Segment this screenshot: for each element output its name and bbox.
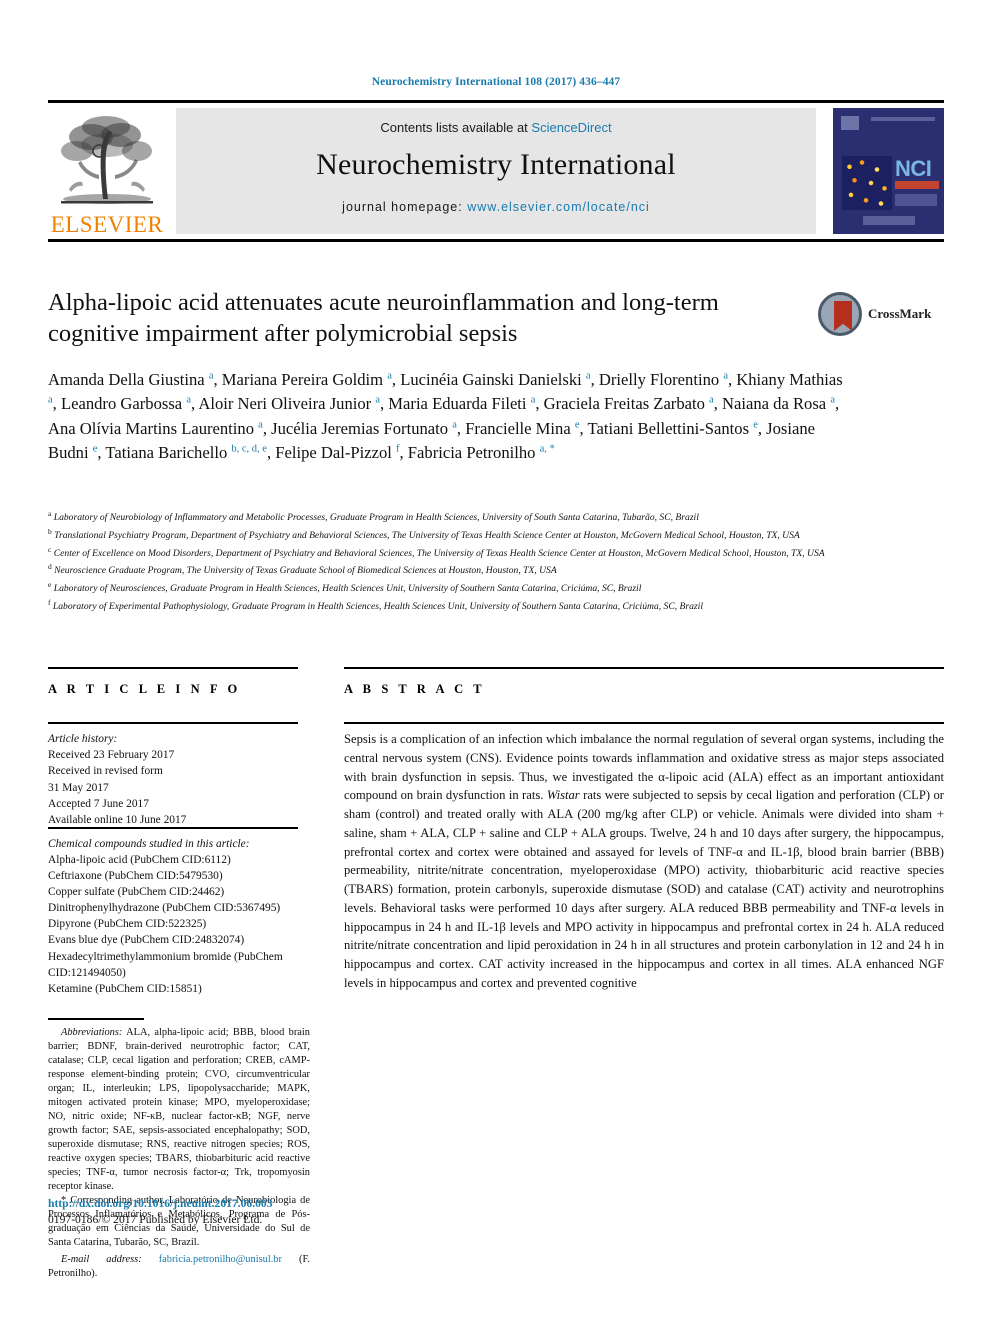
article-history-line: 31 May 2017 [48, 781, 109, 794]
sciencedirect-panel: Contents lists available at ScienceDirec… [176, 108, 816, 234]
article-info-heading: A R T I C L E I N F O [48, 682, 241, 696]
affiliation-list: a Laboratory of Neurobiology of Inflamma… [48, 508, 944, 615]
page-title: Alpha-lipoic acid attenuates acute neuro… [48, 289, 719, 347]
email-label: E-mail address: [61, 1253, 142, 1265]
chemical-compound-line: Hexadecyltrimethylammonium bromide (PubC… [48, 950, 283, 979]
affiliation-item: b Translational Psychiatry Program, Depa… [48, 526, 944, 544]
crossmark-ribbon-icon [834, 301, 852, 331]
article-history-line: Accepted 7 June 2017 [48, 797, 149, 810]
crossmark-badge[interactable]: CrossMark [818, 292, 940, 340]
article-info-rule-top [48, 667, 298, 669]
copyright-line: 0197-0186/© 2017 Published by Elsevier L… [48, 1213, 263, 1227]
abstract-rule-top [344, 667, 944, 669]
journal-cover-image: NCI [833, 108, 944, 234]
journal-homepage-link[interactable]: www.elsevier.com/locate/nci [467, 200, 650, 214]
abbreviations-note: Abbreviations: ALA, alpha-lipoic acid; B… [48, 1026, 310, 1194]
chemical-compounds-label: Chemical compounds studied in this artic… [48, 838, 250, 850]
email-note: E-mail address: fabricia.petronilho@unis… [48, 1253, 310, 1281]
abstract-text: Sepsis is a complication of an infection… [344, 732, 944, 990]
journal-homepage-line: journal homepage: www.elsevier.com/locat… [342, 200, 650, 214]
contents-prefix: Contents lists available at [380, 120, 532, 135]
cover-nci-wordmark: NCI [895, 156, 932, 181]
cover-subtitle-bar [895, 181, 939, 189]
article-history-line: Received in revised form [48, 765, 163, 778]
doi-block: http://dx.doi.org/10.1016/j.neuint.2017.… [48, 1196, 468, 1229]
article-history-line: Received 23 February 2017 [48, 749, 175, 762]
chemical-compounds-lines: Alpha-lipoic acid (PubChem CID:6112) Ceft… [48, 852, 310, 997]
article-first-page: Neurochemistry International 108 (2017) … [0, 0, 992, 1323]
chemical-compounds: Chemical compounds studied in this artic… [48, 836, 310, 997]
contents-list-line: Contents lists available at ScienceDirec… [380, 120, 611, 135]
affiliation-text: Laboratory of Neurobiology of Inflammato… [51, 512, 699, 524]
chemical-compound-line: Ketamine (PubChem CID:15851) [48, 982, 202, 995]
affiliation-text: Neuroscience Graduate Program, The Unive… [51, 565, 557, 577]
article-history-line: Available online 10 June 2017 [48, 813, 187, 826]
masthead: ELSEVIER Contents lists available at Sci… [48, 102, 944, 236]
elsevier-tree-icon [61, 116, 153, 204]
footnote-block: Abbreviations: ALA, alpha-lipoic acid; B… [48, 1026, 310, 1281]
affiliation-text: Center of Excellence on Mood Disorders, … [51, 547, 825, 559]
abstract-species-name: Wistar [546, 788, 580, 803]
chemical-compound-line: Copper sulfate (PubChem CID:24462) [48, 886, 225, 899]
cover-artwork [842, 156, 892, 210]
masthead-rule-bottom [48, 239, 944, 242]
homepage-prefix: journal homepage: [342, 200, 468, 214]
article-history-lines: Received 23 February 2017 Received in rev… [48, 747, 304, 828]
crossmark-label: CrossMark [868, 306, 932, 321]
journal-title: Neurochemistry International [316, 148, 676, 181]
cover-header-text [871, 117, 935, 121]
chemical-compound-line: Alpha-lipoic acid (PubChem CID:6112) [48, 854, 231, 867]
email-link[interactable]: fabricia.petronilho@unisul.br [159, 1254, 282, 1265]
affiliation-item: f Laboratory of Experimental Pathophysio… [48, 597, 944, 615]
chemical-compound-line: Evans blue dye (PubChem CID:24832074) [48, 934, 245, 947]
affiliation-item: d Neuroscience Graduate Program, The Uni… [48, 561, 944, 579]
elsevier-wordmark: ELSEVIER [50, 212, 164, 237]
affiliation-item: e Laboratory of Neurosciences, Graduate … [48, 579, 944, 597]
crossmark-icon [818, 292, 862, 336]
affiliation-text: Translational Psychiatry Program, Depart… [51, 529, 800, 541]
chemical-compound-line: Dinitrophenylhydrazone (PubChem CID:5367… [48, 902, 281, 915]
abbreviations-text: ALA, alpha-lipoic acid; BBB, blood brain… [48, 1027, 310, 1192]
article-history: Article history: Received 23 February 20… [48, 731, 304, 828]
cover-tagline-bar [895, 194, 937, 206]
chemical-compound-line: Dipyrone (PubChem CID:522325) [48, 918, 207, 931]
abbreviations-label: Abbreviations: [61, 1027, 123, 1038]
abstract-rule-mid [344, 722, 944, 724]
affiliation-text: Laboratory of Experimental Pathophysiolo… [50, 601, 703, 613]
sciencedirect-link[interactable]: ScienceDirect [531, 120, 611, 135]
affiliation-item: c Center of Excellence on Mood Disorders… [48, 544, 944, 562]
affiliation-text: Laboratory of Neurosciences, Graduate Pr… [51, 583, 642, 595]
affiliation-item: a Laboratory of Neurobiology of Inflamma… [48, 508, 944, 526]
elsevier-logo: ELSEVIER [48, 106, 166, 236]
author-list: Amanda Della Giustina a, Mariana Pereira… [48, 370, 843, 463]
running-head: Neurochemistry International 108 (2017) … [371, 76, 621, 88]
article-info-rule-mid [48, 722, 298, 724]
footnote-rule [48, 1018, 144, 1020]
doi-link[interactable]: http://dx.doi.org/10.1016/j.neuint.2017.… [48, 1196, 468, 1212]
cover-footer-bar [863, 216, 915, 225]
article-history-label: Article history: [48, 733, 118, 745]
chemical-compound-line: Ceftriaxone (PubChem CID:5479530) [48, 870, 223, 883]
abstract-heading: A B S T R A C T [344, 682, 486, 696]
cover-publisher-mark [841, 116, 859, 130]
